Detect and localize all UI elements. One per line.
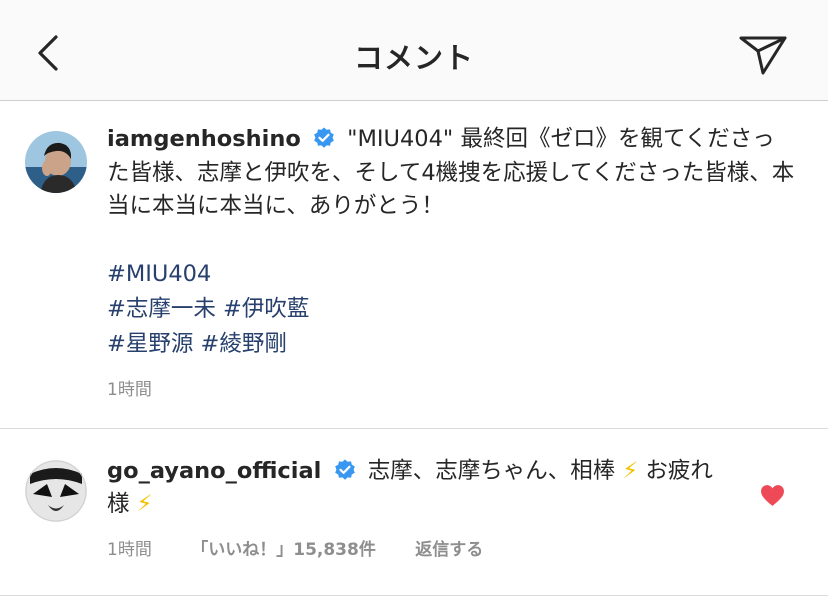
lightning-icon: ⚡	[136, 491, 153, 517]
heart-icon[interactable]	[760, 484, 785, 507]
comment-username[interactable]: go_ayano_official	[107, 458, 321, 484]
lightning-icon: ⚡	[622, 458, 639, 484]
comment-timestamp: 1時間	[107, 540, 152, 560]
hashtag-link[interactable]: #綾野剛	[201, 331, 287, 357]
post-username[interactable]: iamgenhoshino	[107, 126, 301, 152]
paper-plane-icon	[739, 36, 787, 75]
share-button[interactable]	[738, 30, 788, 76]
comment-body: 志摩、志摩ちゃん、相棒	[367, 458, 616, 484]
comment-text: go_ayano_official 志摩、志摩ちゃん、相棒 ⚡ お疲れ様 ⚡	[107, 455, 727, 521]
verified-badge-icon	[334, 459, 355, 480]
reply-button[interactable]: 返信する	[415, 540, 483, 560]
comment-item: go_ayano_official 志摩、志摩ちゃん、相棒 ⚡ お疲れ様 ⚡ 1…	[0, 429, 828, 596]
avatar[interactable]	[25, 460, 87, 522]
hashtag-link[interactable]: #伊吹藍	[223, 296, 309, 322]
caption-text: iamgenhoshino "MIU404" 最終回《ゼロ》を観てくださった皆様…	[107, 123, 797, 224]
hashtag-link[interactable]: #MIU404	[107, 261, 211, 287]
post-timestamp: 1時間	[107, 379, 152, 400]
hashtag-list: #MIU404 #志摩一未 #伊吹藍 #星野源 #綾野剛	[107, 257, 797, 362]
post-caption: iamgenhoshino "MIU404" 最終回《ゼロ》を観てくださった皆様…	[0, 101, 828, 428]
top-bar: コメント	[0, 0, 828, 101]
verified-badge-icon	[314, 127, 334, 148]
avatar[interactable]	[25, 131, 87, 193]
page-title: コメント	[353, 41, 474, 75]
hashtag-link[interactable]: #志摩一未	[107, 296, 216, 322]
likes-count[interactable]: 「いいね！」15,838件	[191, 540, 376, 560]
hashtag-link[interactable]: #星野源	[107, 331, 193, 357]
comment-meta: 1時間 「いいね！」15,838件 返信する	[107, 535, 517, 560]
